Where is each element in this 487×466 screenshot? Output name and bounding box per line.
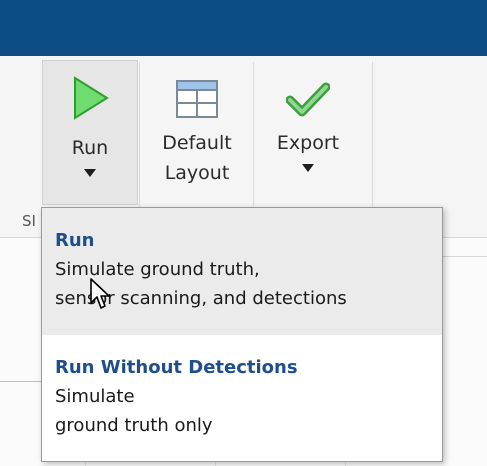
menu-item-title: Run Without Detections bbox=[55, 357, 298, 378]
default-layout-button[interactable]: Default Layout bbox=[145, 60, 249, 205]
default-layout-label-line1: Default bbox=[162, 132, 232, 154]
layout-grid-icon bbox=[176, 70, 218, 128]
run-button[interactable]: Run bbox=[42, 60, 138, 205]
run-button-label: Run bbox=[71, 137, 109, 159]
chevron-down-icon[interactable] bbox=[302, 164, 314, 172]
export-button[interactable]: Export bbox=[258, 60, 358, 205]
default-layout-label-line2: Layout bbox=[164, 162, 230, 184]
chevron-down-icon[interactable] bbox=[84, 169, 96, 177]
app-window: Run Default Layout Export SI Run Simulat… bbox=[0, 0, 487, 466]
section-label: SI bbox=[22, 212, 36, 230]
divider bbox=[443, 256, 487, 257]
checkmark-icon bbox=[286, 72, 330, 128]
play-icon bbox=[70, 67, 110, 129]
export-button-label: Export bbox=[276, 132, 340, 154]
menu-item-description: ground truth only bbox=[55, 415, 213, 436]
run-dropdown-menu: Run Simulate ground truth, sensor scanni… bbox=[41, 207, 443, 462]
title-bar bbox=[0, 0, 487, 56]
menu-item-run[interactable]: Run Simulate ground truth, sensor scanni… bbox=[42, 208, 442, 335]
menu-item-title: Run bbox=[55, 230, 95, 251]
menu-item-description: Simulate bbox=[55, 386, 135, 407]
menu-item-run-without-detections[interactable]: Run Without Detections Simulate ground t… bbox=[42, 335, 442, 461]
divider bbox=[0, 381, 41, 382]
mouse-cursor-icon bbox=[90, 278, 114, 312]
